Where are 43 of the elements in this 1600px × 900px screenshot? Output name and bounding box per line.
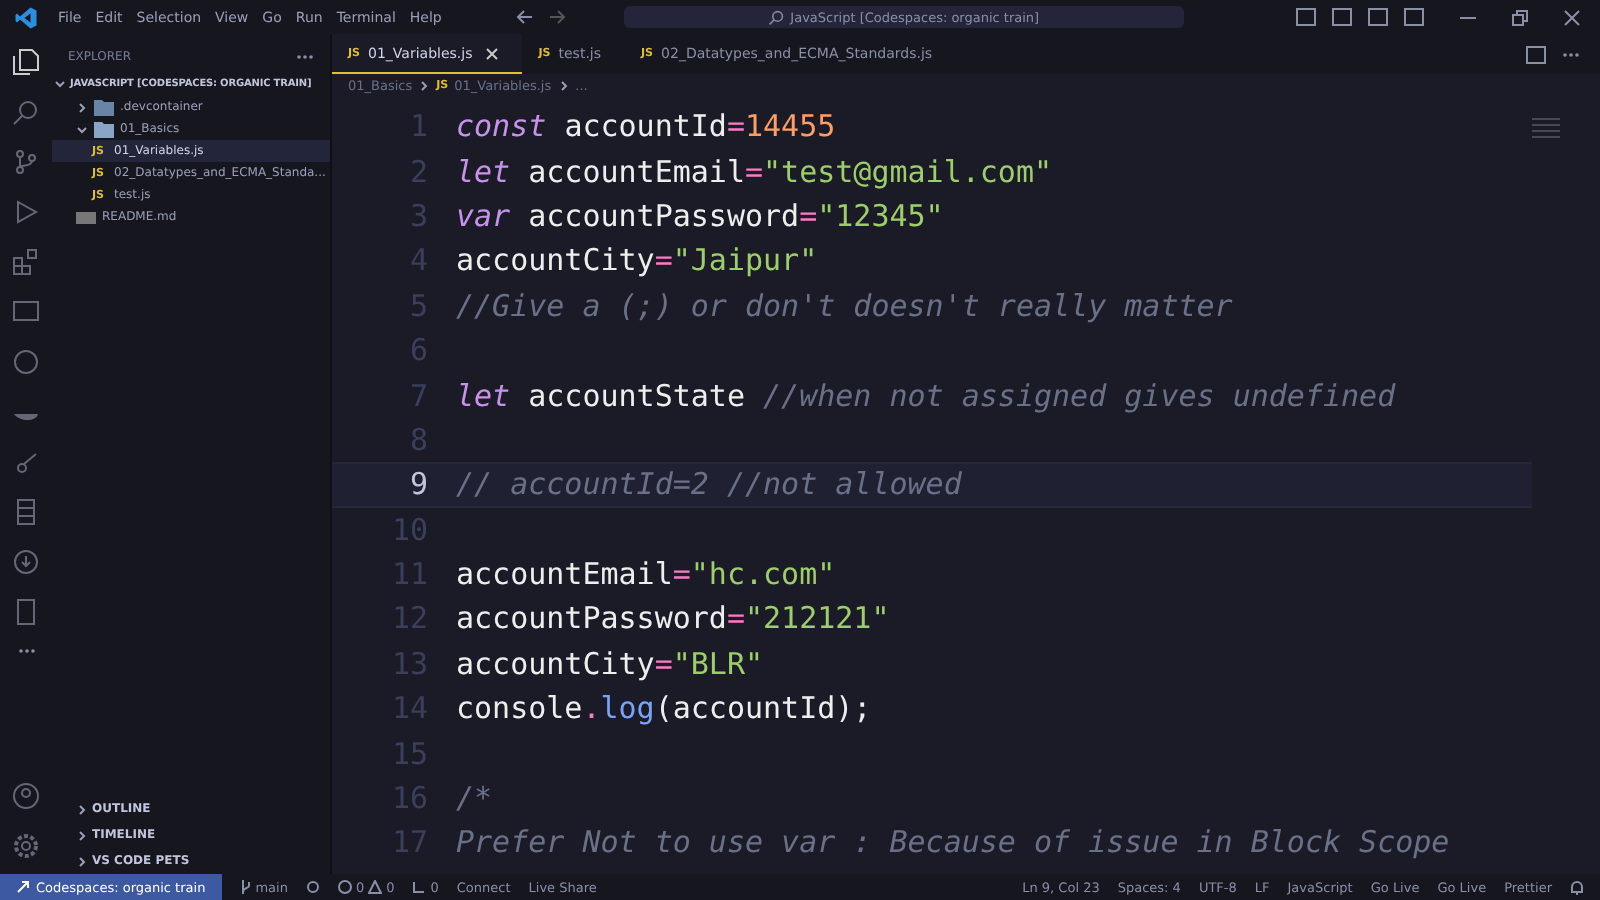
code-line: accountEmail="hc.com" — [456, 556, 836, 593]
code-line: console.log(accountId); — [456, 690, 872, 727]
download-circle-icon[interactable] — [12, 548, 40, 576]
more-icon[interactable] — [296, 54, 314, 60]
extensions-icon[interactable] — [12, 248, 40, 276]
chevron-right-icon — [76, 855, 88, 867]
restore-icon[interactable] — [1512, 9, 1528, 25]
code-line: /* — [456, 780, 493, 817]
files-icon[interactable] — [12, 48, 40, 76]
chevron-right-icon — [76, 829, 88, 841]
chevron-right-icon — [557, 80, 570, 92]
code-line: var accountPassword="12345" — [456, 197, 944, 234]
chevron-right-icon — [76, 101, 88, 113]
search-icon — [768, 9, 785, 25]
run-debug-icon[interactable] — [12, 198, 40, 226]
more-icon[interactable] — [17, 648, 35, 654]
app-logo-icon — [14, 5, 38, 29]
chevron-right-icon — [418, 80, 431, 92]
source-control-icon[interactable] — [12, 148, 40, 176]
bell-icon[interactable] — [1570, 879, 1584, 895]
chevron-down-icon — [76, 123, 88, 135]
search-icon[interactable] — [12, 98, 40, 126]
close-icon[interactable] — [486, 47, 499, 59]
line-number: 9 — [407, 466, 430, 503]
forward-arrow-icon[interactable] — [547, 10, 566, 24]
code-line: accountCity="BLR" — [456, 645, 764, 682]
chevron-down-icon — [54, 78, 66, 90]
code-line: accountPassword="212121" — [456, 600, 890, 637]
code-line: let accountState //when not assigned gives undefined — [456, 377, 1396, 414]
back-arrow-icon[interactable] — [515, 10, 534, 24]
code-line: Prefer Not to use var : Because of issue in Block Scope — [456, 824, 1450, 861]
account-icon[interactable] — [12, 782, 40, 810]
settings-icon[interactable] — [12, 832, 40, 860]
code-line: accountCity="Jaipur" — [456, 242, 818, 279]
code-line: const accountId=14455 — [456, 108, 836, 145]
database-icon[interactable] — [12, 498, 40, 526]
code-line: let accountEmail="test@gmail.com" — [456, 153, 1053, 190]
chevron-right-icon — [76, 803, 88, 815]
code-line: // accountId=2 //not allowed — [456, 466, 962, 503]
document-icon[interactable] — [12, 598, 40, 626]
code-line: //Give a (;) or don't doesn't really matter — [456, 287, 1233, 324]
close-icon[interactable] — [1564, 9, 1580, 25]
more-icon[interactable] — [1562, 51, 1580, 57]
